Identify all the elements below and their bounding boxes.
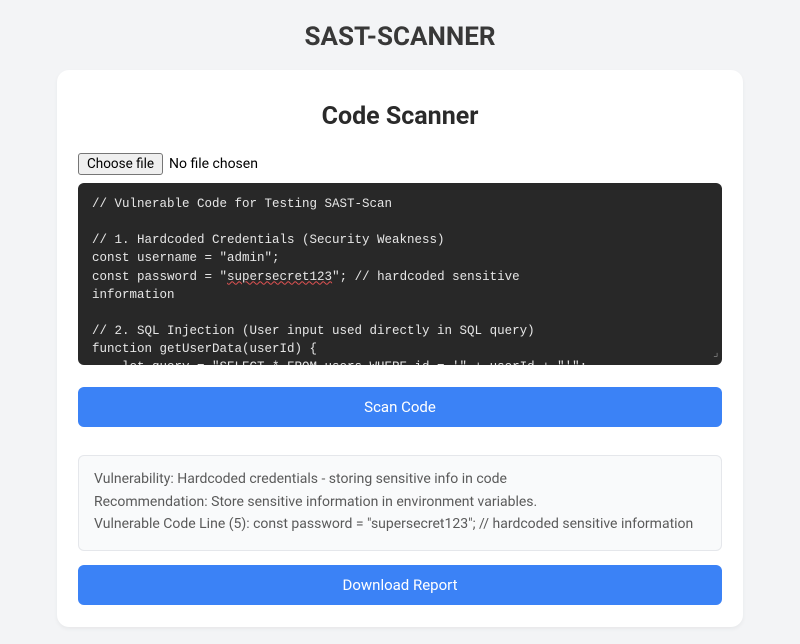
scan-code-button[interactable]: Scan Code (78, 387, 722, 427)
code-underline: supersecret123 (227, 270, 332, 284)
choose-file-button[interactable]: Choose file (78, 153, 163, 175)
result-vulnerability: Vulnerability: Hardcoded credentials - s… (94, 469, 706, 491)
result-code-line: Vulnerable Code Line (5): const password… (94, 514, 706, 536)
download-report-button[interactable]: Download Report (78, 565, 722, 605)
result-recommendation: Recommendation: Store sensitive informat… (94, 492, 706, 514)
app-title: SAST-SCANNER (0, 0, 800, 70)
code-input[interactable]: // Vulnerable Code for Testing SAST-Scan… (78, 183, 722, 365)
resize-handle-icon: ⌟ (712, 347, 719, 363)
scanner-card: Code Scanner Choose file No file chosen … (57, 70, 743, 627)
file-input-row: Choose file No file chosen (78, 153, 722, 175)
file-status: No file chosen (169, 156, 258, 172)
card-title: Code Scanner (78, 102, 722, 131)
result-panel: Vulnerability: Hardcoded credentials - s… (78, 455, 722, 551)
